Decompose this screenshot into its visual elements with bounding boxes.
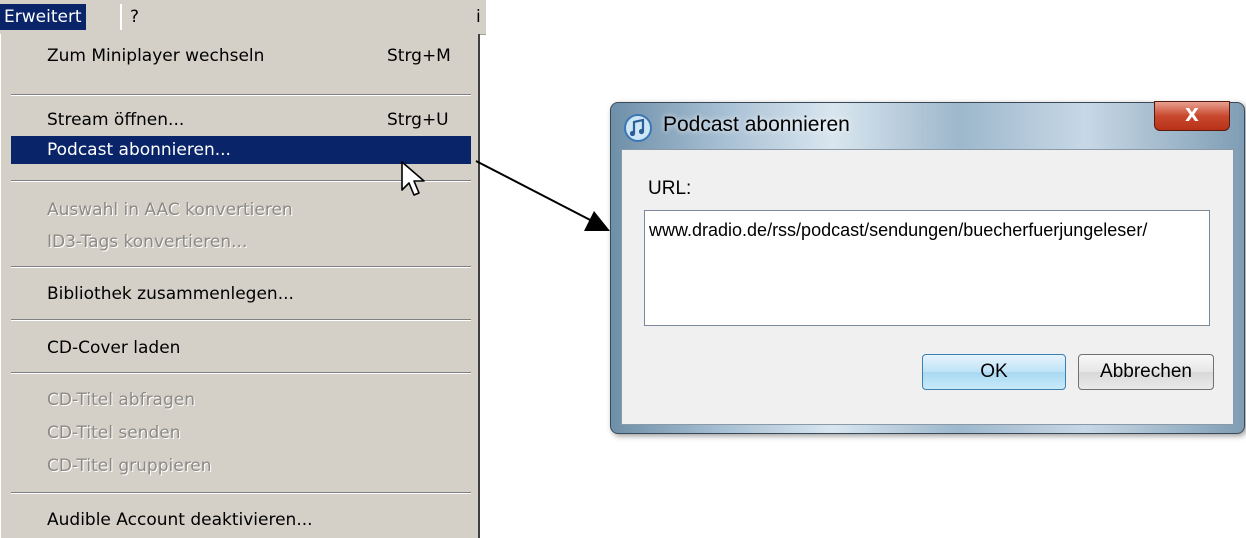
menu-separator (11, 94, 471, 96)
menu-separator (11, 372, 471, 374)
menu-item-cd-titel-abfragen: CD-Titel abfragen (11, 386, 471, 414)
menu-item-miniplayer[interactable]: Zum Miniplayer wechseln Strg+M (11, 42, 471, 70)
podcast-dialog: Podcast abonnieren X URL: www.dradio.de/… (610, 101, 1245, 434)
menu-bar-separator (120, 4, 122, 30)
menu-item-label: CD-Titel gruppieren (47, 456, 212, 476)
menu-truncated[interactable]: i (472, 4, 485, 30)
menu-item-shortcut: Strg+M (387, 46, 451, 66)
menu-help[interactable]: ? (126, 4, 143, 30)
dialog-content: URL: www.dradio.de/rss/podcast/sendungen… (621, 149, 1234, 425)
menu-item-label: Stream öffnen... (47, 110, 185, 130)
url-label: URL: (648, 178, 692, 199)
erweitert-dropdown: Zum Miniplayer wechseln Strg+M Stream öf… (0, 34, 480, 538)
mouse-cursor-icon (401, 161, 425, 196)
menu-item-shortcut: Strg+U (387, 110, 449, 130)
menu-separator (11, 319, 471, 321)
menu-item-label: Auswahl in AAC konvertieren (47, 200, 293, 220)
annotation-arrow-icon (475, 160, 610, 231)
dialog-title: Podcast abonnieren (663, 113, 850, 136)
close-button[interactable]: X (1154, 101, 1230, 131)
itunes-app-icon (624, 114, 652, 142)
cancel-button[interactable]: Abbrechen (1078, 354, 1214, 390)
menu-separator (11, 266, 471, 268)
menu-item-cd-cover-laden[interactable]: CD-Cover laden (11, 334, 471, 362)
menu-item-bibliothek-zusammenlegen[interactable]: Bibliothek zusammenlegen... (11, 280, 471, 308)
menu-separator (11, 492, 471, 494)
menu-item-audible-deaktivieren[interactable]: Audible Account deaktivieren... (11, 506, 471, 534)
ok-button[interactable]: OK (922, 354, 1066, 390)
menu-item-label: Bibliothek zusammenlegen... (47, 284, 294, 304)
menu-item-id3-konvertieren: ID3-Tags konvertieren... (11, 228, 471, 256)
menu-item-label: Zum Miniplayer wechseln (47, 46, 265, 66)
menu-item-stream-oeffnen[interactable]: Stream öffnen... Strg+U (11, 106, 471, 134)
menu-item-cd-titel-senden: CD-Titel senden (11, 419, 471, 447)
menu-bar: Erweitert ? i (0, 0, 486, 35)
menu-item-aac-konvertieren: Auswahl in AAC konvertieren (11, 196, 471, 224)
menu-item-label: Audible Account deaktivieren... (47, 510, 313, 530)
url-input[interactable]: www.dradio.de/rss/podcast/sendungen/buec… (644, 210, 1210, 326)
menu-item-label: CD-Titel senden (47, 423, 181, 443)
menu-item-label: Podcast abonnieren... (47, 140, 231, 160)
menu-item-cd-titel-gruppieren: CD-Titel gruppieren (11, 452, 471, 480)
close-icon: X (1185, 105, 1199, 126)
menu-item-label: CD-Titel abfragen (47, 390, 195, 410)
menu-item-label: CD-Cover laden (47, 338, 181, 358)
menu-item-label: ID3-Tags konvertieren... (47, 232, 248, 252)
menu-erweitert[interactable]: Erweitert (0, 4, 86, 30)
